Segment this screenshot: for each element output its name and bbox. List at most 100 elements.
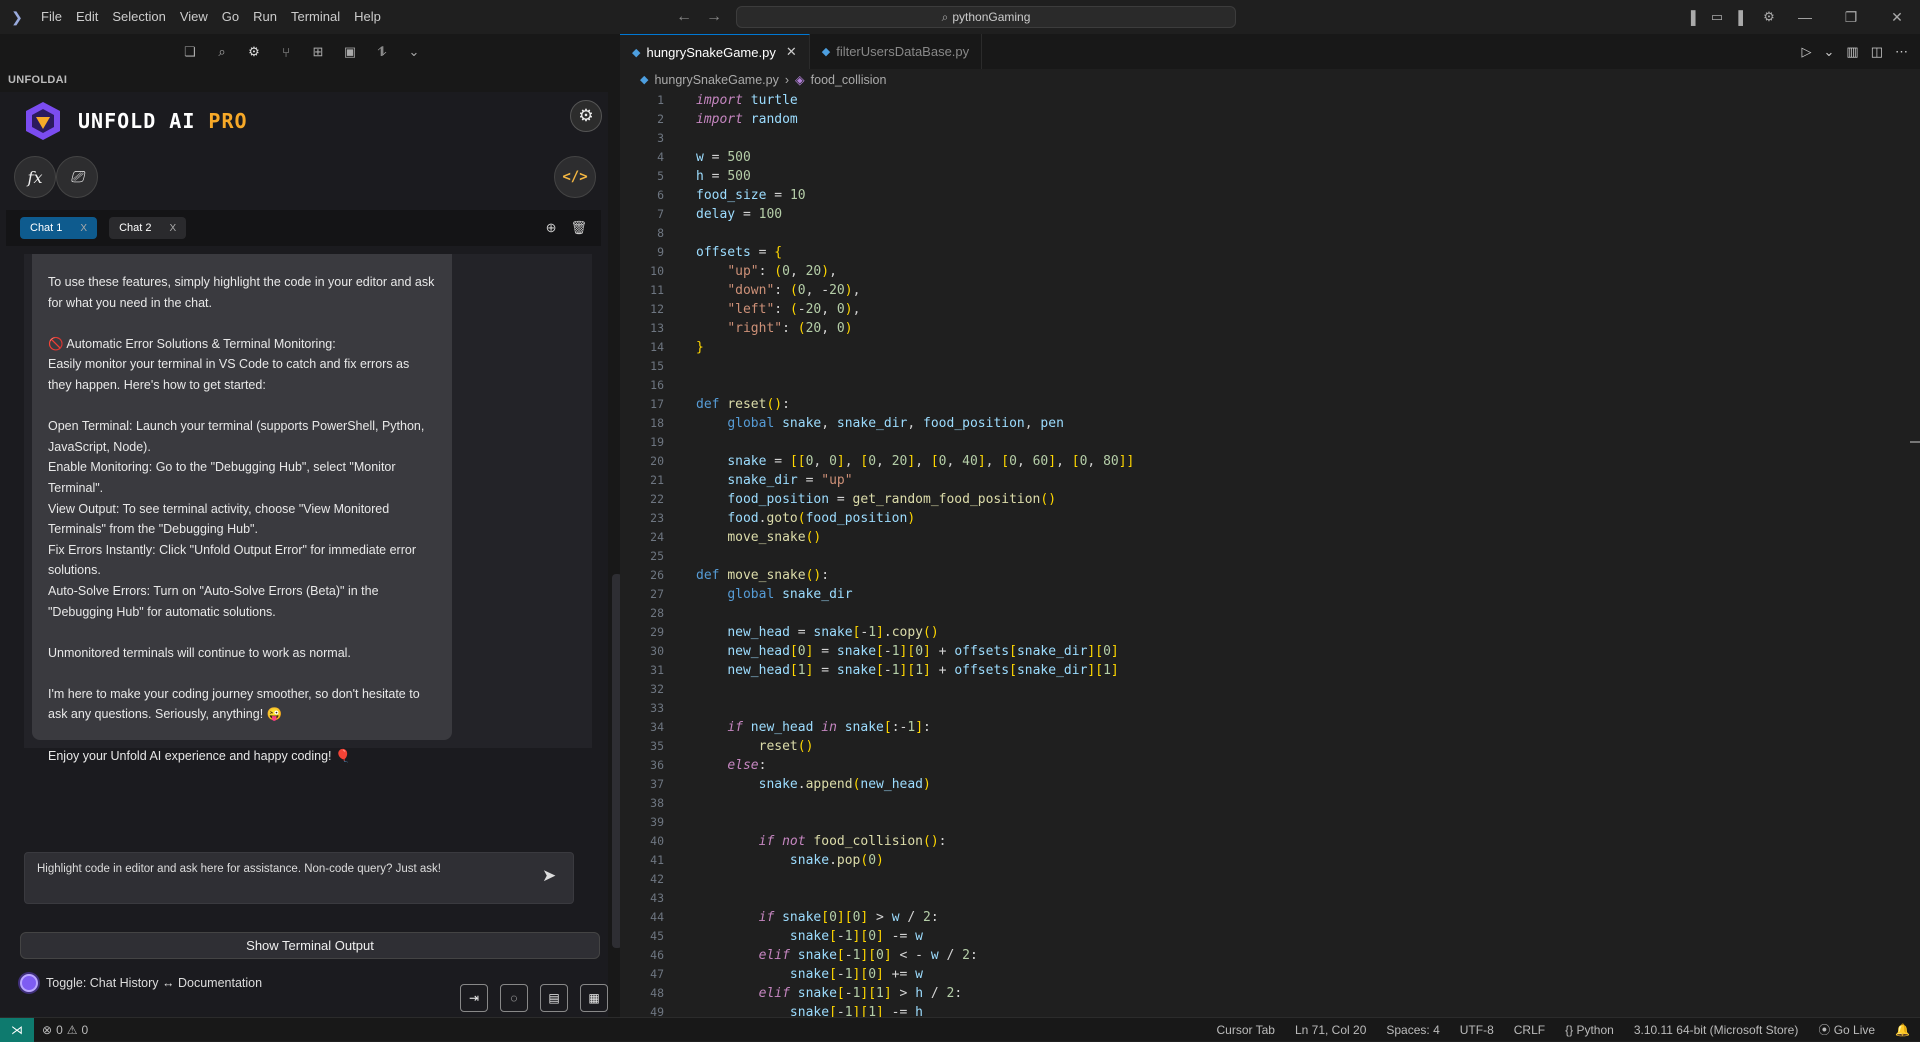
code-line[interactable]: 14} [620, 338, 1920, 357]
customize-layout-icon[interactable]: ⚙ [1756, 9, 1782, 25]
code-line[interactable]: 28 [620, 604, 1920, 623]
code-line[interactable]: 47 snake[-1][0] += w [620, 965, 1920, 984]
code-line[interactable]: 29 new_head = snake[-1].copy() [620, 623, 1920, 642]
encoding[interactable]: UTF-8 [1460, 1023, 1494, 1037]
send-icon[interactable]: ➤ [542, 866, 556, 886]
chat-tab-1[interactable]: Chat 1 X [20, 217, 98, 239]
remote-indicator-icon[interactable]: ⋊ [0, 1017, 34, 1042]
problems-indicator[interactable]: ⊗ 0 ⚠ 0 [42, 1023, 88, 1037]
language-mode[interactable]: {} Python [1565, 1023, 1614, 1037]
search-view-icon[interactable]: ⌕ [212, 44, 232, 60]
code-line[interactable]: 9 offsets = { [620, 243, 1920, 262]
code-line[interactable]: 16 [620, 376, 1920, 395]
code-line[interactable]: 22 food_position = get_random_food_posit… [620, 490, 1920, 509]
code-line[interactable]: 1 import turtle [620, 91, 1920, 110]
code-line[interactable]: 40 if not food_collision(): [620, 832, 1920, 851]
menu-selection[interactable]: Selection [105, 0, 172, 34]
more-actions-icon[interactable]: ⋯ [1895, 44, 1908, 60]
toggle-radio-icon[interactable] [20, 974, 38, 992]
code-line[interactable]: 42 [620, 870, 1920, 889]
code-line[interactable]: 5 h = 500 [620, 167, 1920, 186]
code-line[interactable]: 4 w = 500 [620, 148, 1920, 167]
packages-icon[interactable]: ▣ [340, 44, 360, 60]
menu-terminal[interactable]: Terminal [284, 0, 347, 34]
code-line[interactable]: 32 [620, 680, 1920, 699]
open-changes-icon[interactable]: ▥ [1846, 44, 1858, 60]
show-terminal-output-button[interactable]: Show Terminal Output [20, 932, 600, 959]
code-line[interactable]: 38 [620, 794, 1920, 813]
code-line[interactable]: 2 import random [620, 110, 1920, 129]
notifications-bell-icon[interactable]: 🔔 [1895, 1023, 1910, 1037]
more-views-chevron-icon[interactable]: ⌄ [404, 44, 424, 60]
extensions-icon[interactable]: ⊞ [308, 44, 328, 60]
code-line[interactable]: 20 snake = [[0, 0], [0, 20], [0, 40], [0… [620, 452, 1920, 471]
menu-run[interactable]: Run [246, 0, 284, 34]
code-line[interactable]: 34 if new_head in snake[:-1]: [620, 718, 1920, 737]
interpreter[interactable]: 3.10.11 64-bit (Microsoft Store) [1634, 1023, 1799, 1037]
code-line[interactable]: 25 [620, 547, 1920, 566]
code-line[interactable]: 17 def reset(): [620, 395, 1920, 414]
code-line[interactable]: 31 new_head[1] = snake[-1][1] + offsets[… [620, 661, 1920, 680]
explorer-icon[interactable]: ❏ [180, 44, 200, 60]
toggle-secondary-sidebar-icon[interactable]: ▌ [1730, 10, 1756, 25]
close-window-icon[interactable]: ✕ [1874, 9, 1920, 26]
breadcrumb-file[interactable]: hungrySnakeGame.py [654, 73, 778, 87]
code-line[interactable]: 3 [620, 129, 1920, 148]
code-line[interactable]: 46 elif snake[-1][0] < - w / 2: [620, 946, 1920, 965]
code-line[interactable]: 30 new_head[0] = snake[-1][0] + offsets[… [620, 642, 1920, 661]
code-line[interactable]: 39 [620, 813, 1920, 832]
code-line[interactable]: 44 if snake[0][0] > w / 2: [620, 908, 1920, 927]
editor-tab-hungrysnakegame[interactable]: ◆ hungrySnakeGame.py ✕ [620, 34, 810, 69]
code-line[interactable]: 24 move_snake() [620, 528, 1920, 547]
new-chat-icon[interactable]: ⊕ [546, 220, 557, 236]
code-line[interactable]: 37 snake.append(new_head) [620, 775, 1920, 794]
forward-arrow-icon[interactable]: → [706, 8, 722, 26]
code-line[interactable]: 6 food_size = 10 [620, 186, 1920, 205]
toggle-panel-icon[interactable]: ▭ [1704, 9, 1730, 25]
indentation[interactable]: Spaces: 4 [1386, 1023, 1439, 1037]
export-icon[interactable]: ⇥ [460, 984, 488, 1012]
code-line[interactable]: 26 def move_snake(): [620, 566, 1920, 585]
run-icon[interactable]: ▷ [1802, 44, 1812, 60]
code-line[interactable]: 13 "right": (20, 0) [620, 319, 1920, 338]
go-live[interactable]: ⦿ Go Live [1818, 1021, 1875, 1038]
cursor-position[interactable]: Ln 71, Col 20 [1295, 1023, 1366, 1037]
toggle-primary-sidebar-icon[interactable]: ▐ [1678, 10, 1704, 25]
back-arrow-icon[interactable]: ← [676, 8, 692, 26]
unfoldai-view-icon[interactable]: ⚙ [244, 44, 264, 60]
command-center-search[interactable]: ⌕ pythonGaming [736, 6, 1236, 28]
function-fx-icon[interactable]: fx [14, 156, 56, 198]
cursor-tab-status[interactable]: Cursor Tab [1217, 1023, 1275, 1037]
docs-icon[interactable]: ▦ [580, 984, 608, 1012]
bug-report-icon[interactable]: ◌ [500, 984, 528, 1012]
code-editor[interactable]: 1 import turtle 2 import random 3 4 w = 500 5 h … [620, 91, 1920, 1022]
code-line[interactable]: 27 global snake_dir [620, 585, 1920, 604]
feedback-icon[interactable]: ▤ [540, 984, 568, 1012]
chat-history[interactable]: To use these features, simply highlight … [24, 254, 622, 948]
line-ending[interactable]: CRLF [1514, 1023, 1545, 1037]
code-line[interactable]: 21 snake_dir = "up" [620, 471, 1920, 490]
code-line[interactable]: 45 snake[-1][0] -= w [620, 927, 1920, 946]
toggle-history-docs[interactable]: Toggle: Chat History ↔ Documentation [20, 974, 262, 992]
code-line[interactable]: 43 [620, 889, 1920, 908]
code-brackets-icon[interactable]: </> [554, 156, 596, 198]
code-line[interactable]: 15 [620, 357, 1920, 376]
breadcrumb-symbol[interactable]: food_collision [811, 73, 887, 87]
debug-hub-icon[interactable]: ⎚ [56, 156, 98, 198]
chat-input[interactable]: Highlight code in editor and ask here fo… [24, 852, 574, 904]
restore-icon[interactable]: ❐ [1828, 9, 1874, 26]
menu-view[interactable]: View [173, 0, 215, 34]
chat-tab-2[interactable]: Chat 2 X [109, 217, 187, 239]
code-line[interactable]: 7 delay = 100 [620, 205, 1920, 224]
trash-icon[interactable]: 🗑 [570, 220, 587, 236]
code-line[interactable]: 36 else: [620, 756, 1920, 775]
code-line[interactable]: 23 food.goto(food_position) [620, 509, 1920, 528]
settings-gear-icon[interactable]: ⚙ [570, 100, 602, 132]
close-chat-icon[interactable]: X [170, 223, 177, 234]
source-control-icon[interactable]: ⑂ [276, 45, 296, 60]
code-line[interactable]: 41 snake.pop(0) [620, 851, 1920, 870]
menu-help[interactable]: Help [347, 0, 388, 34]
close-chat-icon[interactable]: X [80, 223, 87, 234]
code-line[interactable]: 33 [620, 699, 1920, 718]
run-dropdown-icon[interactable]: ⌄ [1824, 44, 1835, 60]
